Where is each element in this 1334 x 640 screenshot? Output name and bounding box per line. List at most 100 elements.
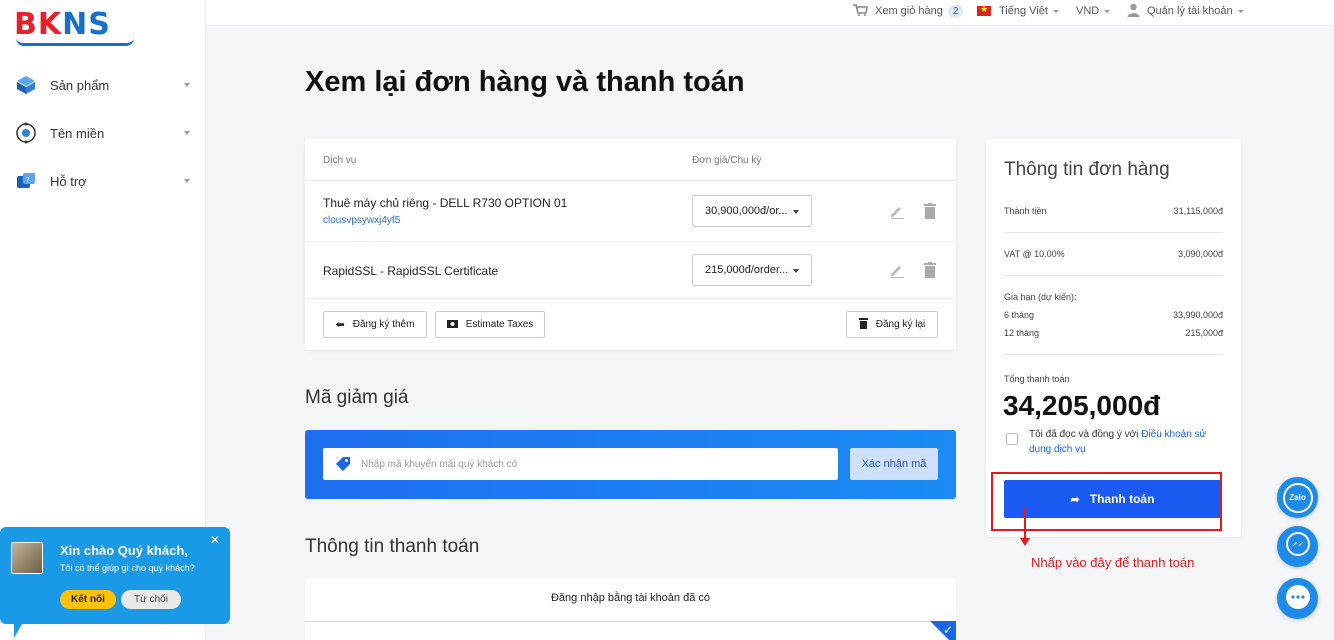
apply-coupon-button[interactable]: Xác nhận mã [850,448,938,480]
vat-label: VAT @ 10.00% [1004,249,1065,259]
annotation-arrow-head [1020,538,1030,546]
renewal-row: 6 tháng 33,990,000đ [1004,310,1223,320]
product-box-icon [14,73,38,97]
reset-cart-button[interactable]: Đăng ký lại [846,311,938,338]
user-icon [1127,3,1140,20]
bkns-logo[interactable]: BKNS [14,7,136,46]
renewal-heading: Gia hạn (dự kiến): [1004,292,1223,302]
table-row: Thuê máy chủ riêng - DELL R730 OPTION 01… [305,181,956,242]
vat-value: 3,090,000đ [1177,249,1223,259]
terms-checkbox[interactable] [1006,433,1018,445]
payment-info-card: Đăng nhập bằng tài khoản đã có ✓ [305,578,956,640]
total-value: 34,205,000đ [1003,390,1161,421]
cart-header: Dịch vụ Đơn giá/Chu kỳ [305,139,956,181]
trash-icon[interactable] [923,203,937,222]
close-icon[interactable]: ✕ [210,533,220,547]
renewal-label: Gia hạn (dự kiến): [1004,292,1077,302]
vat-row: VAT @ 10.00% 3,090,000đ [1004,249,1223,259]
billing-cycle-select[interactable]: 30,900,000đ/or... [692,195,812,227]
add-more-button[interactable]: ⬅ Đăng ký thêm [323,311,427,338]
chevron-down-icon [184,131,190,135]
chat-subtext: Tôi có thể giúp gì cho quý khách? [60,563,195,573]
billing-cycle-select[interactable]: 215,000đ/order... [692,254,812,286]
logo-swoosh [16,38,134,46]
divider [1004,232,1223,233]
zalo-icon: Zalo [1282,482,1313,513]
messenger-button[interactable] [1277,526,1318,567]
chevron-down-icon [1104,9,1111,13]
edit-icon[interactable] [889,203,905,222]
selected-price: 30,900,000đ/or... [705,205,788,217]
item-name: RapidSSL - RapidSSL Certificate [323,264,499,278]
sidebar-item-label: Tên miền [50,125,105,141]
payment-section-title: Thông tin thanh toán [305,536,480,557]
coupon-section-title: Mã giảm giá [305,387,409,408]
add-more-label: Đăng ký thêm [352,319,415,330]
coupon-placeholder: Nhập mã khuyến mãi quý khách có [361,458,518,470]
logo-text-red: BK [14,7,63,42]
subtotal-value: 31,115,000đ [1173,206,1223,216]
coupon-input[interactable]: Nhập mã khuyến mãi quý khách có [323,448,838,480]
annotation-arrow [1024,508,1026,540]
sidebar-item-domains[interactable]: Tên miền [14,119,190,147]
edit-icon[interactable] [889,262,905,281]
cart-actions: ⬅ Đăng ký thêm Estimate Taxes Đăng ký lạ… [305,299,956,349]
renewal-term: 6 tháng [1004,310,1035,320]
terms-prefix: Tôi đã đọc và đồng ý với [1029,429,1142,440]
cart-count-badge: 2 [947,4,964,18]
subtotal-row: Thành tiền 31,115,000đ [1004,206,1223,216]
estimate-taxes-button[interactable]: Estimate Taxes [435,311,545,338]
currency-selector[interactable]: VND [1076,0,1111,22]
cart-table: Dịch vụ Đơn giá/Chu kỳ Thuê máy chủ riên… [305,139,956,350]
account-label: Quản lý tài khoản [1147,5,1233,17]
item-name: Thuê máy chủ riêng - DELL R730 OPTION 01 [323,196,568,210]
chevron-down-icon [1237,9,1244,13]
logo-text-blue: NS [62,7,111,42]
chat-decline-button[interactable]: Từ chối [121,590,181,609]
chevron-down-icon [184,179,190,183]
language-selector[interactable]: Tiếng Việt [977,0,1059,22]
currency-label: VND [1076,5,1100,17]
chat-connect-button[interactable]: Kết nối [60,590,116,609]
page-title: Xem lại đơn hàng và thanh toán [305,66,745,98]
messenger-icon [1284,531,1312,562]
login-existing-account-option[interactable]: Đăng nhập bằng tài khoản đã có [305,592,956,604]
item-hostname: clousvpsywxj4yf5 [323,215,401,226]
agent-avatar [11,542,43,574]
account-menu[interactable]: Quản lý tài khoản [1127,0,1244,22]
selected-price: 215,000đ/order... [705,264,789,276]
renewal-value: 215,000đ [1185,328,1223,338]
language-label: Tiếng Việt [999,5,1048,17]
money-icon [446,319,458,331]
chevron-down-icon [793,210,799,214]
renewal-value: 33,990,000đ [1172,310,1223,320]
divider [305,621,956,622]
terms-text: Tôi đã đọc và đồng ý với Điều khoản sử d… [1029,427,1224,457]
cart-icon [852,3,868,19]
sidebar-item-products[interactable]: Sản phẩm [14,71,190,99]
column-header-service: Dịch vụ [323,155,357,166]
divider [1004,354,1223,355]
live-chat-button[interactable] [1277,578,1318,619]
svg-text:?: ? [26,176,30,184]
zalo-button[interactable]: Zalo [1277,477,1318,518]
support-icon: ? [14,169,38,193]
summary-title: Thông tin đơn hàng [1004,159,1170,180]
renewal-row: 12 tháng 215,000đ [1004,328,1223,338]
sidebar-item-label: Hỗ trợ [50,173,87,189]
chevron-down-icon [184,83,190,87]
coupon-box: Nhập mã khuyến mãi quý khách có Xác nhận… [305,430,956,499]
trash-icon[interactable] [923,262,937,281]
sidebar-item-label: Sản phẩm [50,77,110,93]
tag-icon [335,456,351,472]
total-label: Tổng thanh toán [1004,374,1070,384]
sidebar-item-support[interactable]: ? Hỗ trợ [14,167,190,195]
subtotal-label: Thành tiền [1004,206,1047,216]
view-cart-link[interactable]: Xem giỏ hàng 2 [852,0,964,22]
top-bar: Xem giỏ hàng 2 Tiếng Việt VND Quản lý tà… [206,0,1334,26]
check-icon: ✓ [942,623,953,637]
chat-bubble-icon [1283,582,1313,615]
chat-tail [14,624,22,638]
chat-popup: Xin chào Quý khách, Tôi có thể giúp gì c… [0,527,230,624]
renewal-term: 12 tháng [1004,328,1040,338]
